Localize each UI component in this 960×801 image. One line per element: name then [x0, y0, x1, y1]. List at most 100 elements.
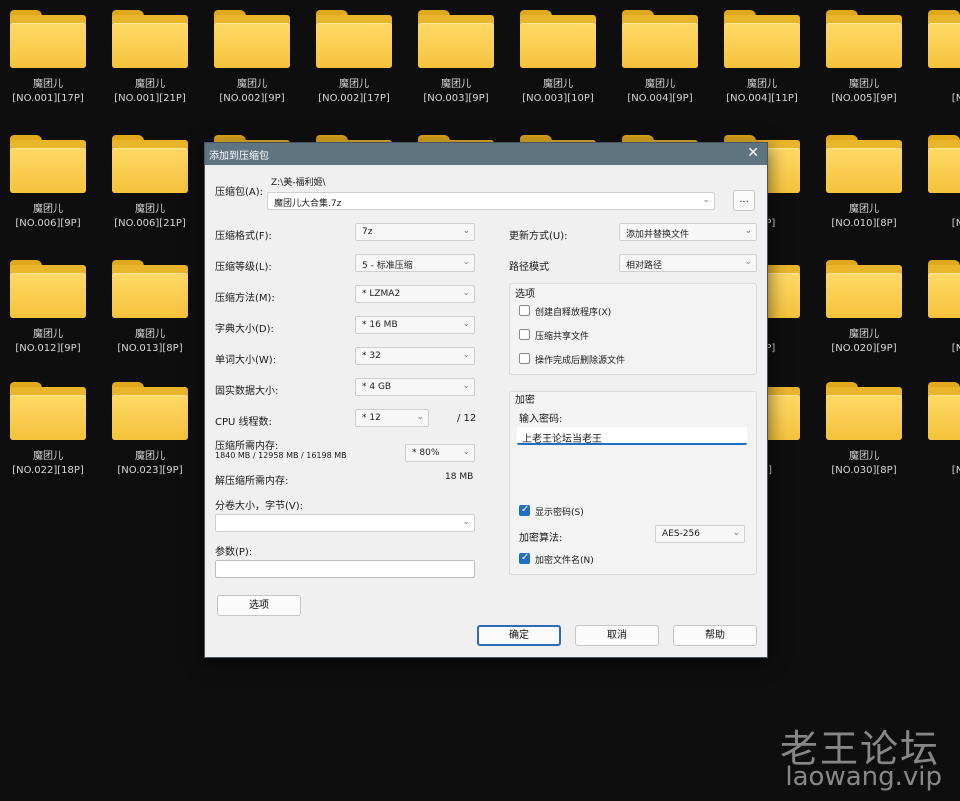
- desktop-folder[interactable]: 魔团儿 [NO.006][21P]: [102, 125, 198, 245]
- level-select[interactable]: 5 - 标准压缩 ⌄: [355, 254, 475, 272]
- format-select[interactable]: 7z ⌄: [355, 223, 475, 241]
- watermark-url: laowang.vip: [785, 762, 942, 792]
- password-label: 输入密码:: [519, 414, 563, 425]
- dict-label: 字典大小(D):: [215, 324, 274, 335]
- desktop-folder[interactable]: 魔团儿 [NO.006][9P]: [0, 125, 96, 245]
- folder-icon: [10, 10, 86, 68]
- folder-name: 魔 [NO.0: [951, 465, 960, 476]
- algo-select[interactable]: AES-256 ⌄: [655, 525, 745, 543]
- mem-value: * 80%: [412, 448, 440, 458]
- method-select[interactable]: * LZMA2 ⌄: [355, 285, 475, 303]
- chevron-down-icon: ⌄: [462, 257, 470, 267]
- path-mode-label: 路径模式: [509, 262, 549, 273]
- desktop-folder[interactable]: 魔 [NO.0: [918, 0, 960, 120]
- delete-source-checkbox[interactable]: [519, 353, 530, 364]
- chevron-down-icon: ⌄: [732, 528, 740, 538]
- decomp-value: 18 MB: [445, 472, 474, 482]
- desktop-folder[interactable]: 魔团儿 [NO.002][17P]: [306, 0, 402, 120]
- folder-name: 魔 [NO.0: [951, 218, 960, 229]
- desktop-folder[interactable]: 魔 [NO.0: [918, 125, 960, 245]
- method-value: * LZMA2: [362, 289, 401, 299]
- cancel-button[interactable]: 取消: [575, 625, 659, 646]
- options-button[interactable]: 选项: [217, 595, 301, 616]
- desktop-folder[interactable]: 魔团儿 [NO.004][11P]: [714, 0, 810, 120]
- close-icon[interactable]: ✕: [747, 145, 759, 161]
- desktop-folder[interactable]: 魔团儿 [NO.001][21P]: [102, 0, 198, 120]
- desktop-folder[interactable]: 魔团儿 [NO.003][9P]: [408, 0, 504, 120]
- desktop-folder[interactable]: 魔团儿 [NO.012][9P]: [0, 250, 96, 370]
- desktop-folder[interactable]: 魔团儿 [NO.001][17P]: [0, 0, 96, 120]
- folder-name: 魔团儿 [NO.006][9P]: [15, 204, 81, 229]
- folder-icon: [214, 10, 290, 68]
- browse-button[interactable]: ...: [733, 190, 755, 211]
- folder-icon: [622, 10, 698, 68]
- split-combobox[interactable]: ⌄: [215, 514, 475, 532]
- folder-name: 魔团儿 [NO.002][9P]: [219, 79, 285, 104]
- desktop-folder[interactable]: 魔团儿 [NO.030][8P]: [816, 372, 912, 492]
- desktop-folder[interactable]: 魔团儿 [NO.023][9P]: [102, 372, 198, 492]
- folder-icon: [112, 260, 188, 318]
- folder-name: 魔团儿 [NO.005][9P]: [831, 79, 897, 104]
- title-bar[interactable]: 添加到压缩包 ✕: [205, 143, 767, 165]
- folder-icon: [316, 10, 392, 68]
- algo-value: AES-256: [662, 529, 700, 539]
- sfx-checkbox[interactable]: [519, 305, 530, 316]
- cpu-select[interactable]: * 12 ⌄: [355, 409, 429, 427]
- desktop-folder[interactable]: 魔团儿 [NO.020][9P]: [816, 250, 912, 370]
- shared-files-checkbox[interactable]: [519, 329, 530, 340]
- shared-files-label: 压缩共享文件: [535, 332, 590, 342]
- params-input[interactable]: [215, 560, 475, 578]
- level-label: 压缩等级(L):: [215, 262, 272, 273]
- desktop-folder[interactable]: 魔 [NO.0: [918, 250, 960, 370]
- folder-icon: [10, 260, 86, 318]
- folder-icon: [418, 10, 494, 68]
- options-group-title: 选项: [515, 289, 535, 300]
- desktop-folder[interactable]: 魔团儿 [NO.004][9P]: [612, 0, 708, 120]
- path-mode-value: 相对路径: [626, 261, 663, 271]
- dict-value: * 16 MB: [362, 320, 398, 330]
- folder-icon: [928, 10, 960, 68]
- dict-select[interactable]: * 16 MB ⌄: [355, 316, 475, 334]
- sfx-label: 创建自释放程序(X): [535, 308, 612, 318]
- ok-button[interactable]: 确定: [477, 625, 561, 646]
- mem-select[interactable]: * 80% ⌄: [405, 444, 475, 462]
- desktop-folder[interactable]: 魔 [NO.0: [918, 372, 960, 492]
- folder-icon: [10, 135, 86, 193]
- chevron-down-icon: ⌄: [462, 447, 470, 457]
- method-label: 压缩方法(M):: [215, 293, 275, 304]
- cpu-value: * 12: [362, 413, 381, 423]
- folder-icon: [928, 382, 960, 440]
- dialog-title: 添加到压缩包: [209, 151, 269, 162]
- help-button[interactable]: 帮助: [673, 625, 757, 646]
- archive-dir: Z:\美-福利姬\: [271, 178, 326, 188]
- password-input[interactable]: 上老王论坛当老王: [517, 427, 747, 445]
- desktop-folder[interactable]: 魔团儿 [NO.010][8P]: [816, 125, 912, 245]
- folder-icon: [826, 260, 902, 318]
- update-select[interactable]: 添加并替换文件 ⌄: [619, 223, 757, 241]
- folder-name: 魔团儿 [NO.022][18P]: [12, 451, 84, 476]
- folder-name: 魔团儿 [NO.002][17P]: [318, 79, 390, 104]
- solid-select[interactable]: * 4 GB ⌄: [355, 378, 475, 396]
- folder-icon: [724, 10, 800, 68]
- word-select[interactable]: * 32 ⌄: [355, 347, 475, 365]
- show-password-checkbox[interactable]: [519, 504, 530, 516]
- archive-name-combobox[interactable]: 魔团儿大合集.7z ⌄: [267, 192, 715, 210]
- desktop-folder[interactable]: 魔团儿 [NO.022][18P]: [0, 372, 96, 492]
- desktop-folder[interactable]: 魔团儿 [NO.002][9P]: [204, 0, 300, 120]
- desktop-folder[interactable]: 魔团儿 [NO.005][9P]: [816, 0, 912, 120]
- cpu-total: / 12: [457, 413, 477, 424]
- archive-name-value: 魔团儿大合集.7z: [274, 199, 342, 209]
- mem-detail: 1840 MB / 12958 MB / 16198 MB: [215, 451, 347, 460]
- desktop-folder[interactable]: 魔团儿 [NO.013][8P]: [102, 250, 198, 370]
- chevron-down-icon: ⌄: [462, 350, 470, 360]
- path-mode-select[interactable]: 相对路径 ⌄: [619, 254, 757, 272]
- update-label: 更新方式(U):: [509, 231, 568, 242]
- encrypt-names-checkbox[interactable]: [519, 552, 530, 564]
- add-to-archive-dialog: 添加到压缩包 ✕ 压缩包(A): Z:\美-福利姬\ 魔团儿大合集.7z ⌄ .…: [204, 142, 768, 658]
- folder-name: 魔团儿 [NO.020][9P]: [831, 329, 897, 354]
- folder-name: 魔团儿 [NO.012][9P]: [15, 329, 81, 354]
- delete-source-label: 操作完成后删除源文件: [535, 356, 626, 366]
- algo-label: 加密算法:: [519, 533, 563, 544]
- desktop-folder[interactable]: 魔团儿 [NO.003][10P]: [510, 0, 606, 120]
- folder-icon: [520, 10, 596, 68]
